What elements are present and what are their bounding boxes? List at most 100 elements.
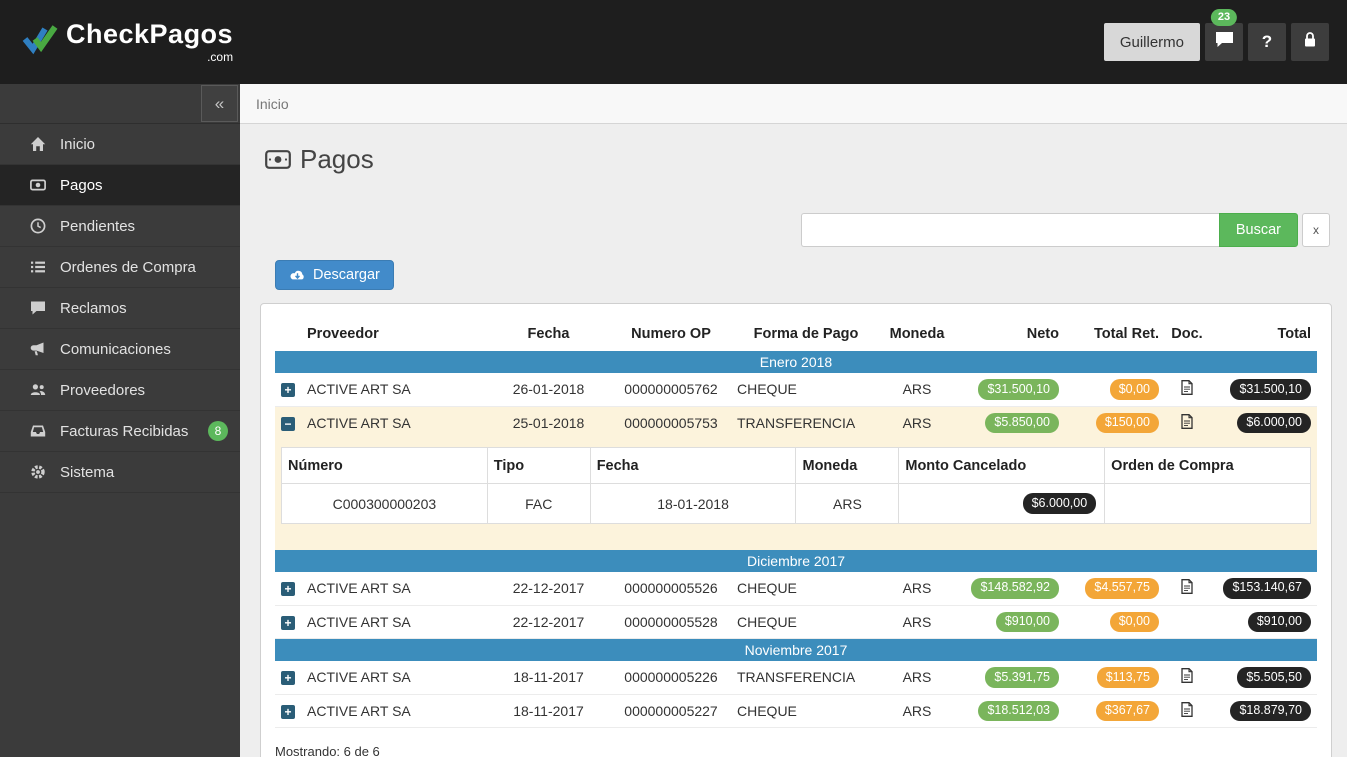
- count-badge: 8: [208, 421, 228, 441]
- detail-col-header: Monto Cancelado: [898, 447, 1106, 485]
- expand-row-button[interactable]: +: [281, 615, 295, 630]
- payment-detail-row: Número Tipo Fecha Moneda Monto Cancelado Orde…: [275, 439, 1317, 550]
- sidebar-item-label: Pagos: [60, 176, 103, 194]
- forma-pago-cell: CHEQUE: [731, 605, 881, 640]
- col-header: Proveedor: [307, 326, 379, 342]
- pdf-doc-icon[interactable]: [1181, 380, 1193, 396]
- lock-icon: [1302, 31, 1318, 53]
- moneda-cell: ARS: [881, 571, 953, 606]
- neto-badge: $31.500,10: [978, 379, 1059, 400]
- forma-pago-cell: TRANSFERENCIA: [731, 406, 881, 440]
- sidebar-item-label: Pendientes: [60, 217, 136, 235]
- question-icon: ?: [1261, 32, 1273, 51]
- sidebar-item-reclamos[interactable]: Reclamos: [0, 288, 240, 329]
- doc-cell: [1165, 406, 1209, 440]
- sidebar-item-inicio[interactable]: Inicio: [0, 124, 240, 165]
- top-navbar: CheckPagos .com Guillermo 23 ?: [0, 0, 1347, 84]
- page-title: Pagos: [265, 144, 1347, 175]
- brand-name: CheckPagos: [66, 18, 234, 49]
- inbox-icon: [30, 423, 47, 440]
- col-header: Forma de Pago: [753, 326, 859, 342]
- fecha-cell: 26-01-2018: [486, 373, 611, 407]
- total-badge: $6.000,00: [1237, 412, 1311, 434]
- sidebar-menu: Inicio Pagos Pendientes Ordenes de Compra Re…: [0, 124, 240, 493]
- sidebar-item-pagos[interactable]: Pagos: [0, 165, 240, 206]
- sidebar: « Inicio Pagos Pendientes Ordenes de Compra…: [0, 84, 240, 757]
- total-badge: $153.140,67: [1223, 577, 1311, 599]
- fecha-cell: 18-11-2017: [486, 694, 611, 729]
- detail-cell: C000300000203: [281, 483, 488, 524]
- total-ret-cell: $4.557,75: [1065, 571, 1165, 606]
- sidebar-header: «: [0, 84, 240, 124]
- doc-cell: [1165, 694, 1209, 729]
- doc-cell: [1165, 571, 1209, 606]
- proveedor-cell: ACTIVE ART SA: [301, 694, 486, 729]
- total-ret-badge: $0,00: [1109, 379, 1159, 400]
- sidebar-item-ordenes-de-compra[interactable]: Ordenes de Compra: [0, 247, 240, 288]
- neto-badge: $18.512,03: [978, 700, 1059, 722]
- sidebar-item-facturas-recibidas[interactable]: Facturas Recibidas 8: [0, 411, 240, 452]
- double-check-icon: [22, 24, 58, 60]
- pdf-doc-icon[interactable]: [1181, 702, 1193, 718]
- neto-cell: $5.850,00: [953, 406, 1065, 440]
- expand-row-button[interactable]: +: [281, 705, 295, 720]
- sidebar-item-label: Proveedores: [60, 381, 146, 399]
- sidebar-item-comunicaciones[interactable]: Comunicaciones: [0, 329, 240, 370]
- download-button[interactable]: Descargar: [275, 260, 394, 290]
- pdf-doc-icon[interactable]: [1181, 668, 1193, 684]
- month-group-label: Enero 2018: [275, 351, 1317, 373]
- messages-button[interactable]: 23: [1205, 9, 1243, 61]
- expand-row-button[interactable]: +: [281, 582, 295, 597]
- forma-pago-cell: TRANSFERENCIA: [731, 661, 881, 695]
- detail-cell: [1104, 483, 1311, 524]
- detail-col-header: Moneda: [795, 447, 900, 485]
- sidebar-item-proveedores[interactable]: Proveedores: [0, 370, 240, 411]
- total-badge: $5.505,50: [1237, 667, 1311, 688]
- sidebar-item-label: Reclamos: [60, 299, 127, 317]
- cloud-download-icon: [289, 269, 306, 282]
- user-menu-button[interactable]: Guillermo: [1103, 23, 1200, 61]
- payment-row: − ACTIVE ART SA 25-01-2018 000000005753 TRAN…: [275, 406, 1317, 440]
- expand-row-button[interactable]: +: [281, 671, 295, 686]
- pdf-doc-icon[interactable]: [1181, 579, 1193, 595]
- col-header: Total: [1277, 326, 1311, 342]
- detail-col-header: Fecha: [589, 447, 797, 485]
- users-icon: [30, 382, 47, 399]
- breadcrumb: Inicio: [240, 84, 1347, 124]
- col-header: Fecha: [527, 326, 570, 342]
- payment-row: + ACTIVE ART SA 18-11-2017 000000005226 TRAN…: [275, 661, 1317, 695]
- expand-col-header: [275, 316, 301, 351]
- sidebar-collapse-button[interactable]: «: [201, 85, 238, 122]
- fecha-cell: 25-01-2018: [486, 406, 611, 440]
- monto-cancelado-cell: $6.000,00: [898, 483, 1106, 524]
- search-input[interactable]: [800, 213, 1219, 247]
- payment-row: + ACTIVE ART SA 18-11-2017 000000005227 CHEQ…: [275, 694, 1317, 729]
- collapse-row-button[interactable]: −: [281, 416, 295, 431]
- expand-row-button[interactable]: +: [281, 383, 295, 398]
- payment-row: + ACTIVE ART SA 22-12-2017 000000005528 CHEQ…: [275, 605, 1317, 640]
- topbar-actions: Guillermo 23 ?: [1103, 9, 1329, 61]
- megaphone-icon: [30, 341, 47, 358]
- month-group-row: Noviembre 2017: [275, 638, 1317, 662]
- total-cell: $18.879,70: [1209, 694, 1317, 729]
- neto-badge: $910,00: [995, 611, 1059, 633]
- pdf-doc-icon[interactable]: [1181, 413, 1193, 429]
- sidebar-item-pendientes[interactable]: Pendientes: [0, 206, 240, 247]
- sidebar-item-sistema[interactable]: Sistema: [0, 452, 240, 493]
- brand-logo[interactable]: CheckPagos .com: [22, 18, 234, 64]
- numero-op-cell: 000000005528: [611, 605, 731, 640]
- numero-op-cell: 000000005226: [611, 661, 731, 695]
- neto-cell: $31.500,10: [953, 373, 1065, 407]
- download-button-label: Descargar: [313, 267, 380, 283]
- neto-badge: $5.391,75: [985, 667, 1059, 688]
- clear-search-button[interactable]: x: [1302, 213, 1330, 247]
- neto-cell: $910,00: [953, 605, 1065, 640]
- payment-row: + ACTIVE ART SA 26-01-2018 000000005762 CHEQ…: [275, 373, 1317, 407]
- lock-button[interactable]: [1291, 23, 1329, 61]
- neto-cell: $5.391,75: [953, 661, 1065, 695]
- search-button[interactable]: Buscar: [1218, 213, 1298, 247]
- sidebar-item-label: Inicio: [60, 135, 96, 153]
- gears-icon: [30, 464, 47, 481]
- help-button[interactable]: ?: [1248, 23, 1286, 61]
- chat-icon: [1215, 31, 1234, 53]
